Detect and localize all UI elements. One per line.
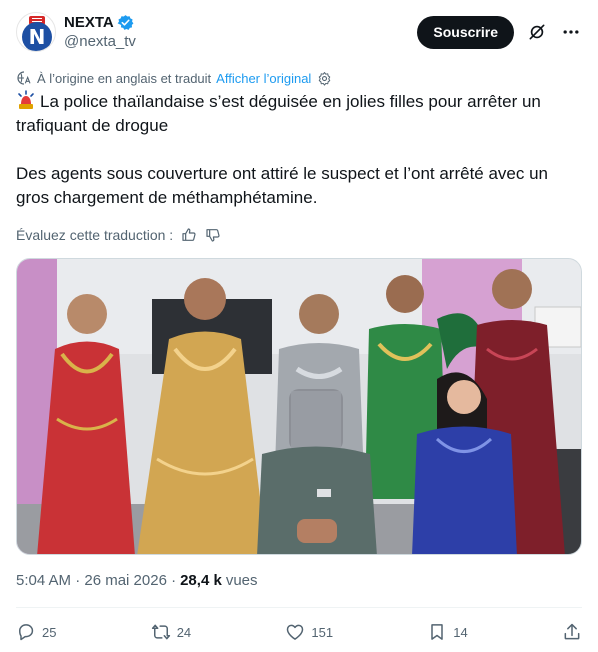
share-button[interactable] <box>562 622 582 642</box>
photo-illustration <box>17 259 581 554</box>
thumbs-down-icon[interactable] <box>205 227 221 243</box>
tweet-photo[interactable] <box>16 258 582 555</box>
tweet-line-1: La police thaïlandaise s’est déguisée en… <box>16 92 541 135</box>
views-label: vues <box>225 572 258 589</box>
bookmark-count: 14 <box>453 624 468 640</box>
verified-badge-icon <box>117 15 134 30</box>
bookmark-button[interactable]: 14 <box>427 622 468 642</box>
more-options-icon[interactable] <box>560 21 582 43</box>
repost-icon <box>151 624 170 640</box>
translate-icon <box>17 71 31 85</box>
rate-translation: Évaluez cette traduction : <box>16 225 221 245</box>
thumbs-up-icon[interactable] <box>181 227 197 243</box>
heart-icon <box>287 624 304 640</box>
share-icon <box>564 623 580 640</box>
reply-button[interactable]: 25 <box>16 622 56 642</box>
subscribe-button[interactable]: Souscrire <box>417 15 514 49</box>
reply-icon <box>19 624 34 641</box>
like-button[interactable]: 151 <box>285 622 333 642</box>
avatar-letter: N <box>28 25 46 49</box>
bookmark-icon <box>431 624 444 640</box>
timestamp-text[interactable]: 5:04 AM · 26 mai 2026 · <box>16 572 176 589</box>
author-names: NEXTA @nexta_tv <box>64 13 136 51</box>
display-name[interactable]: NEXTA <box>64 13 114 32</box>
like-count: 151 <box>311 624 334 640</box>
show-original-link[interactable]: Afficher l’original <box>216 71 311 86</box>
avatar[interactable]: N <box>16 12 56 52</box>
settings-icon[interactable] <box>317 71 332 86</box>
tweet-timestamp: 5:04 AM · 26 mai 2026 · 28,4 k vues <box>16 572 258 589</box>
tweet-line-2: Des agents sous couverture ont attiré le… <box>16 164 549 207</box>
views-count: 28,4 k <box>180 572 222 589</box>
translation-notice: À l’origine en anglais et traduit Affich… <box>16 68 332 88</box>
rate-translation-label: Évaluez cette traduction : <box>16 227 174 243</box>
tweet-header: N NEXTA @nexta_tv Souscrire <box>16 10 582 54</box>
repost-button[interactable]: 24 <box>151 622 191 642</box>
tweet-actions: 25 24 151 14 <box>16 620 582 644</box>
police-light-icon <box>18 90 34 109</box>
user-handle[interactable]: @nexta_tv <box>64 32 136 51</box>
reply-count: 25 <box>42 624 57 640</box>
tweet-text: La police thaïlandaise s’est déguisée en… <box>16 90 582 210</box>
grok-icon[interactable] <box>526 21 548 43</box>
translation-notice-text: À l’origine en anglais et traduit <box>37 70 212 86</box>
divider <box>16 607 582 608</box>
repost-count: 24 <box>176 624 192 640</box>
